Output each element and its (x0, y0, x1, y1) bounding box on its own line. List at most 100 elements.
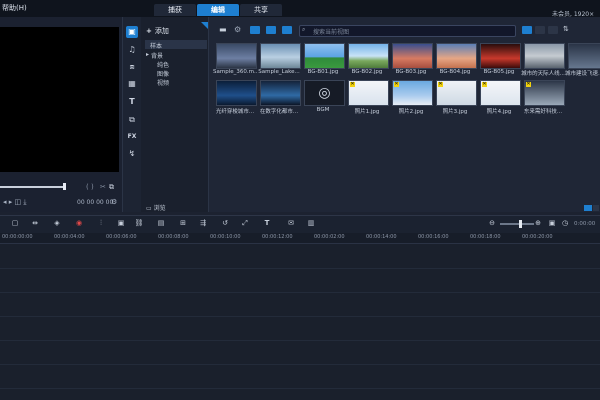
view-video-button[interactable] (250, 26, 260, 34)
scrubber-handle[interactable] (63, 183, 66, 190)
detail-view-button[interactable] (548, 26, 558, 34)
tree-caret-icon[interactable]: ▸ (146, 51, 149, 58)
media-caption: BGM (316, 107, 330, 113)
thumbnail[interactable] (216, 43, 257, 69)
thumbnail[interactable] (260, 43, 301, 69)
ruler-tick: 00:00:12:00 (262, 234, 293, 240)
tab-edit[interactable]: 编辑 (197, 4, 239, 16)
ruler-tick: 00:00:10:00 (210, 234, 241, 240)
audio-mixer-icon[interactable]: ⫶ (96, 219, 106, 228)
tree-item-solid-color[interactable]: 纯色 (157, 60, 169, 69)
thumbnail[interactable] (392, 43, 433, 69)
tree-item-image[interactable]: 图像 (157, 69, 169, 78)
tab-share[interactable]: 共享 (240, 4, 282, 16)
view-photo-button[interactable] (266, 26, 276, 34)
add-button[interactable]: + 添加 (146, 26, 169, 36)
speed-icon[interactable]: ⇶ (198, 219, 208, 228)
subtitle-icon[interactable]: ⊞ (178, 219, 188, 228)
top-bar (0, 0, 600, 17)
timeline-timecode[interactable]: 0:00:00 (574, 221, 595, 227)
fx-icon[interactable]: FX (126, 131, 138, 143)
media-caption: Sample_360.m... (213, 69, 257, 75)
list-view-button[interactable] (535, 26, 545, 34)
thumbnail[interactable] (436, 43, 477, 69)
track-divider (0, 268, 600, 269)
title-icon[interactable]: T (126, 96, 138, 108)
thumbnail[interactable] (480, 43, 521, 69)
track-divider (0, 388, 600, 389)
tab-capture[interactable]: 捕获 (154, 4, 196, 16)
thumbnail[interactable] (348, 43, 389, 69)
search-icon: ⌕ (302, 26, 306, 33)
help-menu[interactable]: 帮助(H) (2, 3, 27, 13)
split-icon[interactable]: ✂ (100, 183, 106, 191)
mail-icon[interactable]: ✉ (286, 219, 296, 228)
thumbnail[interactable] (524, 43, 565, 69)
media-caption: BG-B04.jpg (439, 69, 471, 75)
sort-icon[interactable]: ⇅ (563, 25, 569, 33)
fit-icon[interactable]: ⤢ (240, 219, 250, 228)
media-caption: BG-B01.jpg (307, 69, 339, 75)
graphic-icon[interactable]: ▦ (126, 78, 138, 90)
motion-path-icon[interactable]: ↯ (126, 148, 138, 160)
ruler-tick: 00:00:18:00 (470, 234, 501, 240)
x-badge-icon: ✕ (526, 81, 531, 87)
lib-expand-icon[interactable] (584, 205, 592, 211)
browse-button[interactable]: ▭ 浏览 (146, 203, 166, 212)
split-clip-icon[interactable]: ⇹ (30, 219, 40, 228)
thumbnail[interactable] (216, 80, 257, 106)
settings-icon[interactable]: ⚙ (111, 198, 117, 206)
text-tool-icon[interactable]: T (262, 219, 272, 228)
zoom-in-icon[interactable]: ⊕ (533, 219, 543, 228)
overlay-icon[interactable]: ⧉ (126, 114, 138, 126)
media-icon[interactable]: ▣ (126, 26, 138, 38)
media-caption: 照片3.jpg (442, 109, 468, 115)
zoom-out-icon[interactable]: ⊖ (487, 219, 497, 228)
lib-collapse-icon[interactable] (593, 205, 599, 211)
track-motion-icon[interactable]: ◈ (52, 219, 62, 228)
fit-timeline-icon[interactable]: ▣ (547, 219, 557, 228)
tree-item-background[interactable]: 背景 (151, 51, 163, 60)
preview-timecode[interactable]: 00 00 00 00 (77, 199, 113, 206)
thumbnail[interactable] (304, 43, 345, 69)
export-icon[interactable]: ▥ (306, 219, 316, 228)
instant-project-icon[interactable]: ♫ (126, 44, 138, 56)
track-divider (0, 292, 600, 293)
link-icon[interactable]: ⛓ (134, 219, 144, 228)
media-caption: 东来需好科技... (523, 109, 563, 115)
ruler-tick: 00:00:04:00 (54, 234, 85, 240)
thumbnail[interactable] (260, 80, 301, 106)
ruler-tick: 00:00:16:00 (418, 234, 449, 240)
settings-gear-icon[interactable]: ⚙ (234, 25, 241, 34)
media-caption: BG-B05.jpg (483, 69, 515, 75)
clock-icon[interactable]: ◷ (560, 219, 570, 228)
playback-controls[interactable]: ◂ ▸ ◫ ⤓ (3, 198, 26, 207)
track-manager-icon[interactable]: ▢ (10, 219, 20, 228)
ruler-tick: 00:00:02:00 (314, 234, 345, 240)
multi-cam-icon[interactable]: ▤ (156, 219, 166, 228)
audio-disc-icon[interactable]: ◎ (304, 80, 345, 106)
thumbnail[interactable] (568, 43, 600, 69)
media-caption: BG-B02.jpg (351, 69, 383, 75)
import-folder-icon[interactable]: ▬ (219, 25, 227, 34)
undo-icon[interactable]: ↺ (220, 219, 230, 228)
tree-item-sample[interactable]: 样本 (150, 41, 162, 50)
media-caption: 光纤穿梭城市... (215, 109, 255, 115)
ruler-tick: 00:00:14:00 (366, 234, 397, 240)
tree-item-video[interactable]: 视频 (157, 78, 169, 87)
ruler-tick: 00:00:00:00 (2, 234, 33, 240)
preview-scrubber[interactable] (0, 186, 64, 188)
zoom-slider[interactable] (500, 223, 534, 225)
x-badge-icon: ✕ (438, 81, 443, 87)
record-icon[interactable]: ◉ (74, 219, 84, 228)
track-divider (0, 340, 600, 341)
bracket-icon[interactable]: ( ) (86, 183, 94, 191)
chapter-icon[interactable]: ▣ (116, 219, 126, 228)
view-audio-button[interactable] (282, 26, 292, 34)
copy-icon[interactable]: ⧉ (109, 183, 114, 192)
timeline-ruler[interactable] (0, 233, 600, 244)
zoom-handle[interactable] (519, 220, 522, 228)
x-badge-icon: ✕ (394, 81, 399, 87)
grid-view-button[interactable] (522, 26, 532, 34)
transition-icon[interactable]: ⧈ (126, 61, 138, 73)
